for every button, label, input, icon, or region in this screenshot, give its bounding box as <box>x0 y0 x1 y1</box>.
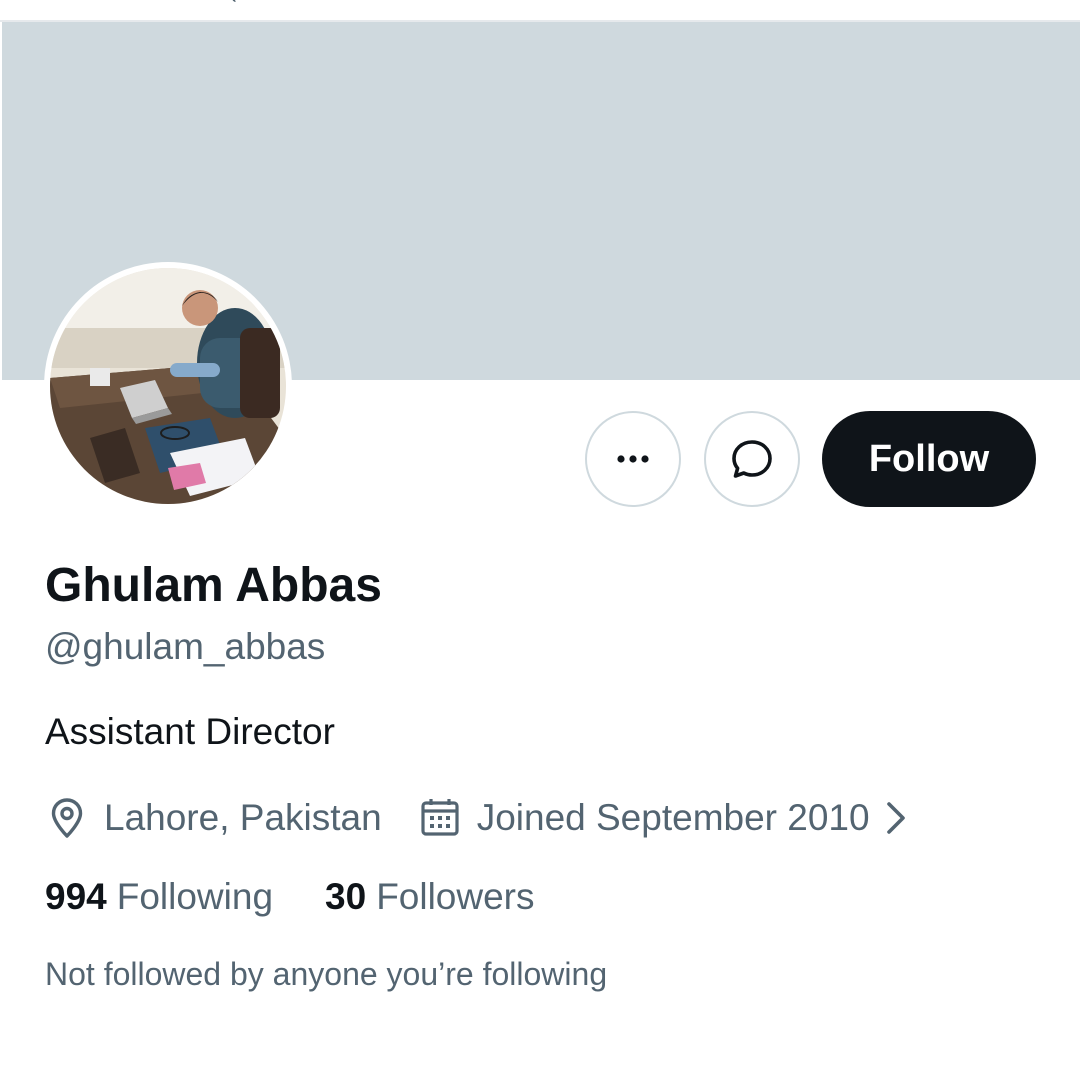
cropped-header-text <box>232 0 242 2</box>
profile-stats: 994 Following 30 Followers <box>45 876 535 918</box>
message-bubble-icon <box>732 440 772 478</box>
profile-meta: Lahore, Pakistan Joined September 2010 <box>45 790 908 846</box>
location-text: Lahore, Pakistan <box>104 797 382 838</box>
followers-link[interactable]: 30 Followers <box>325 876 534 918</box>
more-options-button[interactable] <box>585 411 681 507</box>
joined-item[interactable]: Joined September 2010 <box>418 796 908 840</box>
followers-label: Followers <box>376 876 535 917</box>
profile-handle: @ghulam_abbas <box>45 626 326 667</box>
top-bar <box>0 0 1080 22</box>
mutual-followers-note: Not followed by anyone you’re following <box>45 956 608 992</box>
chevron-right-icon <box>884 798 908 838</box>
calendar-icon <box>418 796 462 840</box>
following-count: 994 <box>45 876 107 917</box>
following-link[interactable]: 994 Following <box>45 876 273 918</box>
profile-name: Ghulam Abbas <box>45 559 382 612</box>
more-horizontal-icon <box>617 455 649 463</box>
follow-button[interactable]: Follow <box>822 411 1036 507</box>
profile-bio: Assistant Director <box>45 711 335 752</box>
location-pin-icon <box>45 796 89 840</box>
avatar[interactable] <box>44 262 292 510</box>
avatar-image <box>50 268 286 504</box>
message-button[interactable] <box>704 411 800 507</box>
location-item: Lahore, Pakistan <box>45 796 382 840</box>
profile-page: Follow Ghulam Abbas @ghulam_abbas Assist… <box>0 0 1080 1080</box>
followers-count: 30 <box>325 876 367 917</box>
following-label: Following <box>116 876 274 917</box>
joined-text: Joined September 2010 <box>476 797 870 838</box>
avatar-photo <box>50 268 286 504</box>
